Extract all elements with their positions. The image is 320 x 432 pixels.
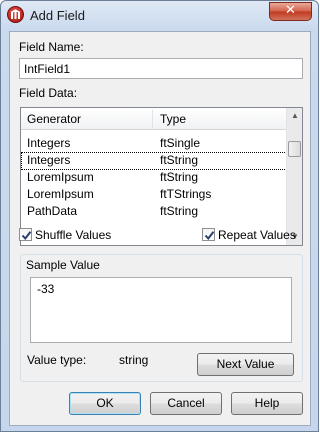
repeat-values-checkbox[interactable] <box>202 228 215 241</box>
type-cell: ftString <box>160 170 199 184</box>
sample-value-box[interactable]: -33 <box>30 277 292 343</box>
shuffle-values-checkbox[interactable] <box>19 228 32 241</box>
generator-cell: Integers <box>27 136 71 150</box>
table-row[interactable]: LoremIpsum ftString <box>21 169 287 187</box>
type-cell: ftString <box>160 204 199 218</box>
check-icon <box>21 231 32 241</box>
column-header-type[interactable]: Type <box>154 108 287 130</box>
add-field-dialog: Add Field ✕ Field Name: IntField1 Field … <box>0 0 319 432</box>
table-row-selected[interactable]: Integers ftString <box>21 152 287 170</box>
type-cell: ftTStrings <box>160 187 212 201</box>
shuffle-values-label[interactable]: Shuffle Values <box>35 228 111 242</box>
generator-cell: LoremIpsum <box>27 187 94 201</box>
field-data-label: Field Data: <box>19 86 78 100</box>
next-value-button[interactable]: Next Value <box>197 353 294 376</box>
field-name-input[interactable]: IntField1 <box>19 58 303 79</box>
table-row[interactable]: Integers ftSingle <box>21 135 287 153</box>
sample-value-text: -33 <box>37 282 55 296</box>
help-button[interactable]: Help <box>231 392 303 415</box>
column-divider <box>152 110 153 128</box>
window-title: Add Field <box>30 8 85 23</box>
dialog-client-area: Field Name: IntField1 Field Data: Genera… <box>9 31 311 426</box>
close-button[interactable]: ✕ <box>269 2 312 21</box>
scroll-thumb[interactable] <box>288 141 301 157</box>
close-icon: ✕ <box>285 3 296 18</box>
repeat-values-label[interactable]: Repeat Values <box>218 228 296 242</box>
cancel-button[interactable]: Cancel <box>150 392 222 415</box>
field-data-grid[interactable]: Generator Type Integers ftSingle Integer… <box>20 107 303 246</box>
sample-value-group-label: Sample Value <box>26 258 100 272</box>
title-bar: Add Field ✕ <box>1 1 318 31</box>
value-type-value: string <box>119 353 149 367</box>
grid-vertical-scrollbar[interactable]: ▲ ▼ <box>286 108 302 245</box>
check-icon <box>204 231 215 241</box>
type-cell: ftString <box>160 153 199 167</box>
database-app-icon <box>7 6 24 23</box>
field-name-value: IntField1 <box>24 62 71 76</box>
column-header-generator[interactable]: Generator <box>21 108 151 130</box>
generator-cell: LoremIpsum <box>27 170 94 184</box>
generator-cell: PathData <box>27 204 78 218</box>
table-row[interactable]: PathData ftString <box>21 203 287 221</box>
value-type-label: Value type: <box>27 353 87 367</box>
field-name-label: Field Name: <box>19 40 84 54</box>
generator-cell: Integers <box>27 153 71 167</box>
type-cell: ftSingle <box>160 136 201 150</box>
grid-header: Generator Type <box>21 108 287 130</box>
sample-value-group: Sample Value -33 Value type: string Next… <box>20 254 303 382</box>
ok-button[interactable]: OK <box>69 392 141 415</box>
scroll-up-arrow-icon[interactable]: ▲ <box>287 108 303 124</box>
table-row[interactable]: LoremIpsum ftTStrings <box>21 186 287 204</box>
